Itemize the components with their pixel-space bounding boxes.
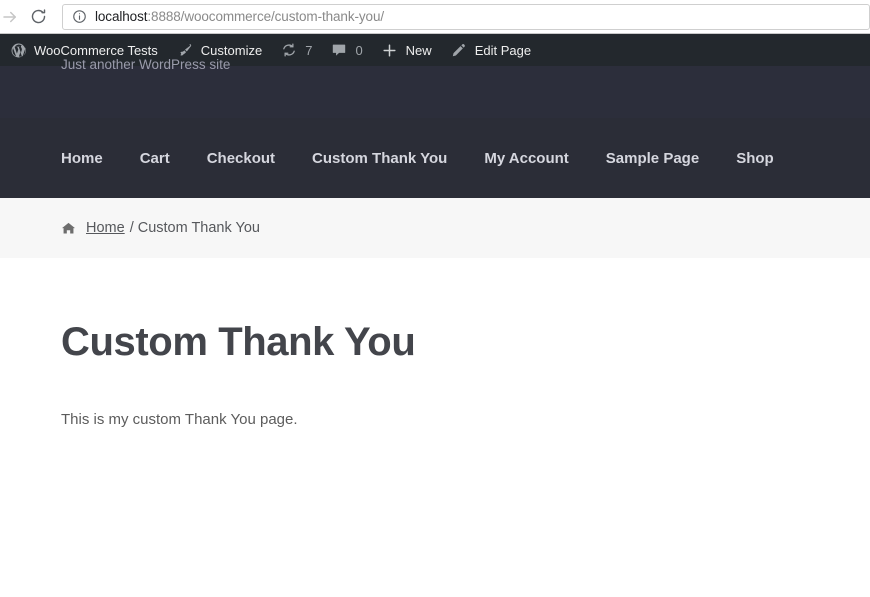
adminbar-item-edit-page[interactable]: Edit Page [441,34,540,66]
page-title: Custom Thank You [61,320,416,364]
update-arrows-icon [280,41,298,59]
wordpress-logo-icon [9,41,27,59]
pencil-icon [450,41,468,59]
breadcrumb-separator: / [129,220,134,236]
adminbar-updates-count: 7 [305,42,313,58]
adminbar-comments-count: 0 [355,42,363,58]
home-icon [61,221,76,236]
primary-navigation: Home Cart Checkout Custom Thank You My A… [0,118,870,198]
nav-item-custom-thank-you[interactable]: Custom Thank You [312,150,447,167]
address-bar-text: localhost:8888/woocommerce/custom-thank-… [95,9,384,24]
adminbar-site-name-label: WooCommerce Tests [34,42,158,58]
forward-button[interactable] [0,3,24,31]
browser-chrome: localhost:8888/woocommerce/custom-thank-… [0,0,870,34]
adminbar-item-updates[interactable]: 7 [271,34,321,66]
nav-item-home[interactable]: Home [61,150,103,167]
site-header: Just another WordPress site [0,57,870,118]
page-info-icon[interactable] [72,9,87,24]
nav-item-shop[interactable]: Shop [736,150,774,167]
main-content: Custom Thank You This is my custom Thank… [0,258,870,597]
nav-item-checkout[interactable]: Checkout [207,150,275,167]
adminbar-customize-label: Customize [200,42,263,58]
page-body-text: This is my custom Thank You page. [61,411,298,428]
plus-icon [381,41,399,59]
arrow-forward-icon [1,8,19,26]
nav-item-my-account[interactable]: My Account [484,150,568,167]
reload-button[interactable] [24,3,52,31]
adminbar-item-comments[interactable]: 0 [321,34,371,66]
url-host: localhost [95,9,148,24]
adminbar-new-label: New [405,42,432,58]
adminbar-edit-page-label: Edit Page [474,42,532,58]
adminbar-item-new[interactable]: New [372,34,441,66]
address-bar[interactable]: localhost:8888/woocommerce/custom-thank-… [62,3,870,30]
nav-item-cart[interactable]: Cart [140,150,170,167]
breadcrumb: Home / Custom Thank You [0,198,870,258]
reload-icon [30,8,47,25]
url-path: :8888/woocommerce/custom-thank-you/ [147,9,384,24]
comment-bubble-icon [330,41,348,59]
nav-item-sample-page[interactable]: Sample Page [606,150,699,167]
site-tagline: Just another WordPress site [61,57,231,72]
breadcrumb-current-page: Custom Thank You [137,220,260,236]
breadcrumb-link-home[interactable]: Home [86,220,125,236]
